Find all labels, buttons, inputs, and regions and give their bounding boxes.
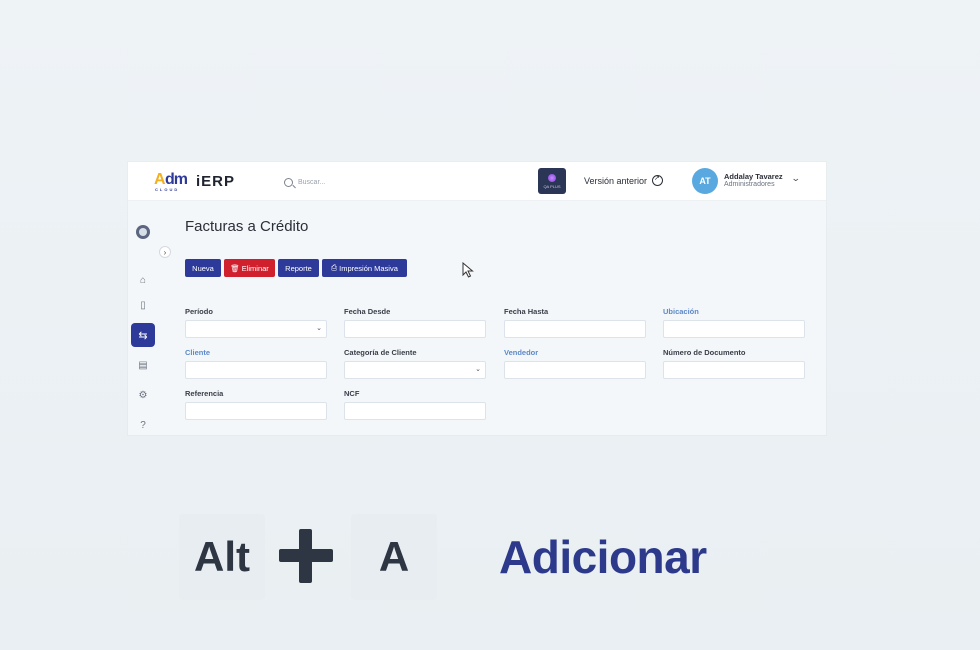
previous-version-label: Versión anterior <box>584 175 648 186</box>
environment-label: QA PLUS <box>543 183 561 189</box>
periodo-label: Período <box>185 307 213 316</box>
alt-key: Alt <box>179 514 265 600</box>
ncf-label: NCF <box>344 389 360 398</box>
trash-icon: 🗑 <box>230 263 240 273</box>
search-input[interactable]: Buscar... <box>298 179 325 186</box>
page-title: Facturas a Crédito <box>185 218 309 235</box>
periodo-select[interactable]: ⌄ <box>185 320 327 338</box>
search-icon <box>284 177 293 187</box>
ncf-field[interactable] <box>344 402 486 420</box>
delete-button[interactable]: 🗑 Eliminar <box>224 259 275 277</box>
ubicacion-label[interactable]: Ubicación <box>663 307 699 316</box>
chevron-down-icon: ⌄ <box>475 366 481 373</box>
transfer-icon[interactable]: ⇆ <box>131 323 155 347</box>
categoria-cliente-select[interactable]: ⌄ <box>344 361 486 379</box>
help-icon[interactable]: ? <box>132 414 154 435</box>
app-window: A dm CLOUD iERP Buscar... QA PLUS Versió… <box>128 162 826 435</box>
vendedor-label[interactable]: Vendedor <box>504 348 538 357</box>
mass-print-button[interactable]: ⎙ Impresión Masiva <box>322 259 407 277</box>
report-icon[interactable]: ▤ <box>132 354 154 376</box>
a-key: A <box>351 514 437 600</box>
user-name[interactable]: Addalay Tavarez <box>724 172 783 181</box>
book-icon[interactable]: ▯ <box>132 294 154 316</box>
delete-button-label: Eliminar <box>241 263 269 273</box>
numero-documento-field[interactable] <box>663 361 805 379</box>
chevron-down-icon: ⌄ <box>316 325 322 332</box>
adm-cloud-logo: A dm CLOUD <box>154 171 188 192</box>
shortcut-action-label: Adicionar <box>499 531 707 583</box>
qa-logo-icon <box>548 173 556 182</box>
referencia-label: Referencia <box>185 389 224 398</box>
sidebar: ⌂ ▯ ⇆ ▤ ⚙ ? <box>128 201 158 435</box>
sidebar-expand-button[interactable]: › <box>159 246 171 258</box>
external-link-icon <box>652 174 664 186</box>
cliente-label[interactable]: Cliente <box>185 348 210 357</box>
home-icon[interactable]: ⌂ <box>132 269 154 291</box>
printer-icon: ⎙ <box>331 263 338 272</box>
fecha-desde-label: Fecha Desde <box>344 307 391 316</box>
search-box[interactable]: Buscar... <box>284 174 404 190</box>
settings-icon[interactable]: ⚙ <box>132 384 154 406</box>
report-button[interactable]: Reporte <box>278 259 319 277</box>
top-bar: A dm CLOUD iERP Buscar... QA PLUS Versió… <box>128 162 826 201</box>
mouse-cursor-icon <box>462 262 474 278</box>
product-name: iERP <box>196 172 236 190</box>
fecha-hasta-label: Fecha Hasta <box>504 307 549 316</box>
chevron-down-icon[interactable]: ⌄ <box>791 173 801 184</box>
avatar[interactable]: AT <box>692 168 718 194</box>
categoria-cliente-label: Categoría de Cliente <box>344 348 417 357</box>
company-logo-icon[interactable] <box>136 225 150 239</box>
plus-icon <box>279 529 333 583</box>
vendedor-field[interactable] <box>504 361 646 379</box>
fecha-desde-field[interactable] <box>344 320 486 338</box>
user-role: Administradores <box>724 181 775 188</box>
mass-print-button-label: Impresión Masiva <box>339 263 398 273</box>
logo-cloud-text: CLOUD <box>155 187 180 192</box>
new-button[interactable]: Nueva <box>185 259 221 277</box>
environment-badge[interactable]: QA PLUS <box>538 168 566 194</box>
app-logo[interactable]: A dm CLOUD iERP <box>154 171 236 192</box>
cliente-field[interactable] <box>185 361 327 379</box>
previous-version-link[interactable]: Versión anterior <box>584 174 664 186</box>
numero-documento-label: Número de Documento <box>663 348 746 357</box>
referencia-field[interactable] <box>185 402 327 420</box>
fecha-hasta-field[interactable] <box>504 320 646 338</box>
ubicacion-field[interactable] <box>663 320 805 338</box>
